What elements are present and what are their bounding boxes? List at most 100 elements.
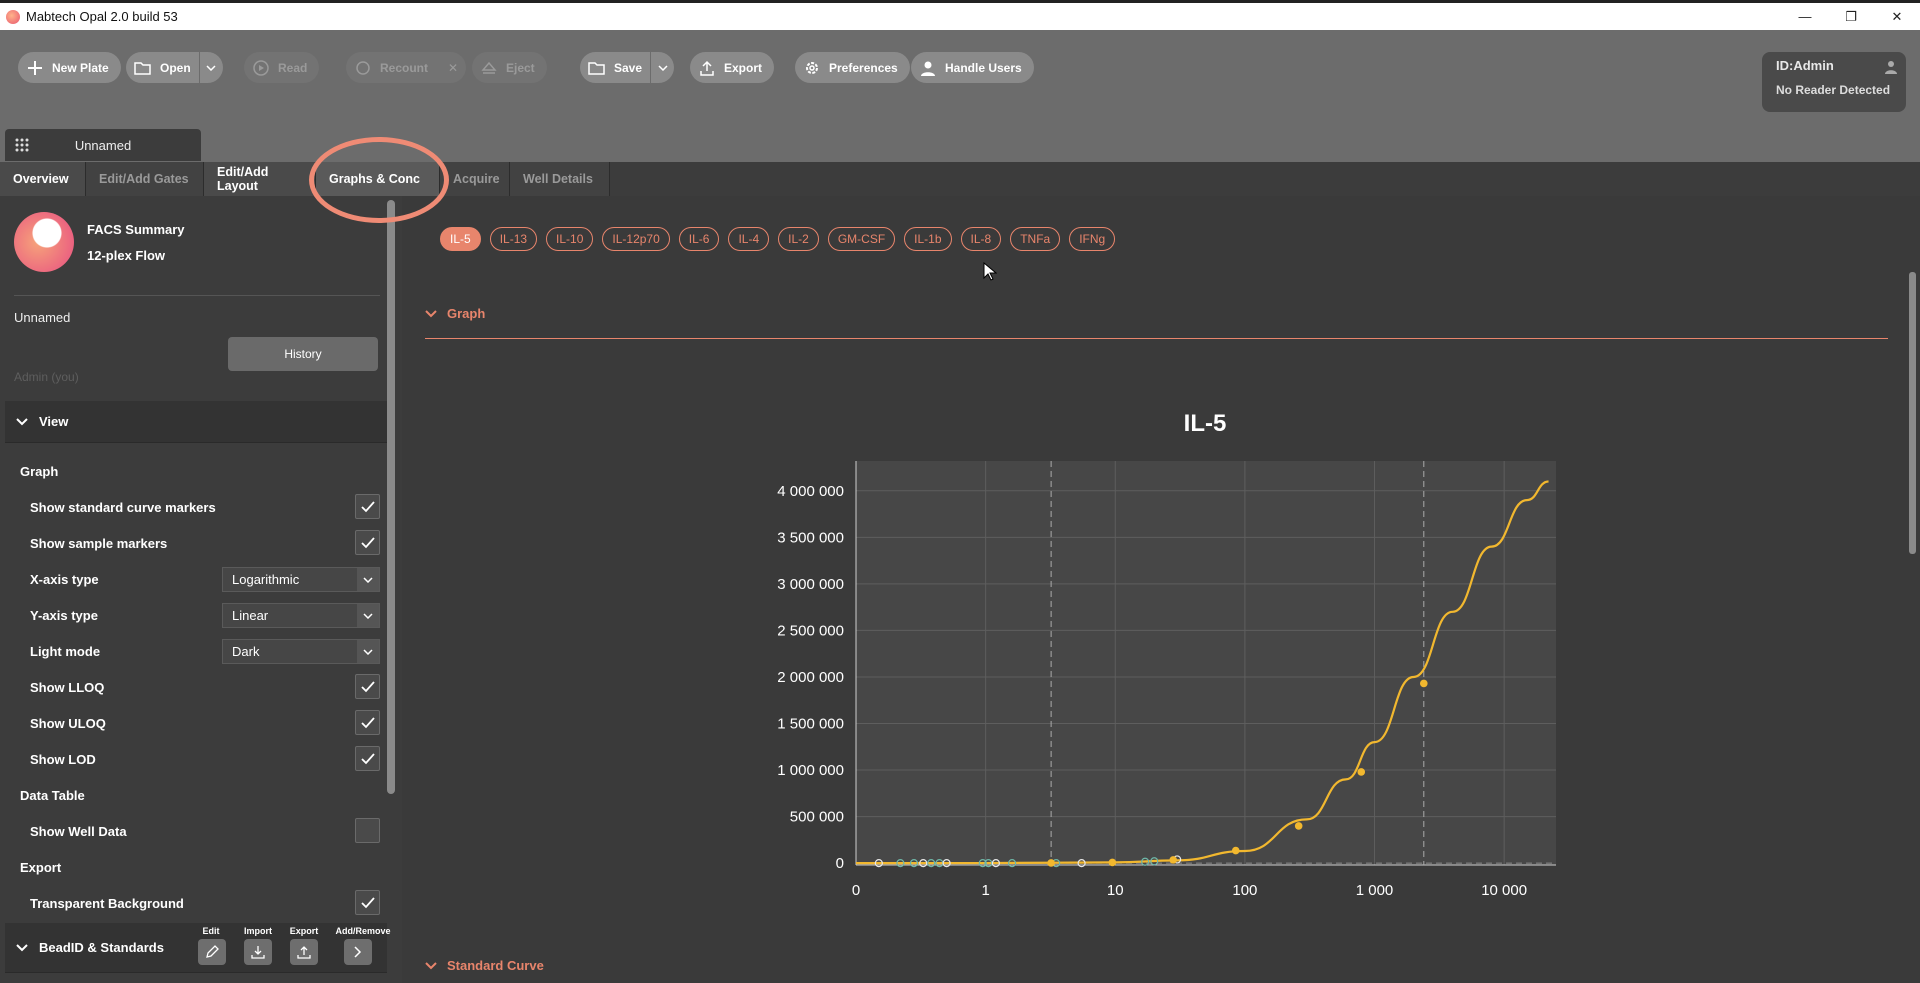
user-icon (919, 59, 937, 77)
y-tick-label: 2 000 000 (777, 669, 844, 686)
eject-button[interactable]: Eject (472, 52, 547, 83)
analyte-chip[interactable]: IL-10 (546, 227, 594, 251)
sample-markers-label: Show sample markers (30, 536, 168, 551)
main-scrollbar[interactable] (1909, 272, 1916, 554)
plate-owner: Admin (you) (14, 370, 79, 384)
divider (14, 295, 380, 296)
standard-curve-section-header[interactable]: Standard Curve (425, 958, 544, 973)
graph-group-label: Graph (20, 464, 59, 479)
x-tick-label: 0 (852, 882, 860, 899)
x-tick-label: 10 000 (1481, 882, 1527, 899)
save-dropdown-chevron-icon[interactable] (650, 52, 674, 83)
analyte-chip[interactable]: IL-1b (904, 227, 952, 251)
new-plate-button[interactable]: New Plate (18, 52, 121, 83)
tab-edit-layout[interactable]: Edit/Add Layout (204, 162, 316, 196)
export-tool-label: Export (289, 926, 319, 936)
y-tick-label: 500 000 (790, 809, 844, 826)
std-markers-label: Show standard curve markers (30, 500, 216, 515)
import-download-button[interactable] (244, 939, 272, 965)
transparent-bg-checkbox[interactable] (355, 890, 380, 915)
maximize-button[interactable]: ❐ (1828, 3, 1874, 30)
save-icon (588, 59, 606, 77)
analyte-chip[interactable]: IL-6 (678, 227, 720, 251)
std-markers-checkbox[interactable] (355, 494, 380, 519)
analyte-chip[interactable]: IL-8 (960, 227, 1002, 251)
recount-button[interactable]: Recount ✕ (346, 52, 467, 83)
open-button[interactable]: Open (126, 52, 223, 83)
x-axis-type-select[interactable]: Logarithmic (222, 567, 380, 592)
add-remove-chevron-right-button[interactable] (344, 939, 372, 965)
y-tick-label: 0 (836, 855, 844, 872)
show-lod-checkbox[interactable] (355, 746, 380, 771)
close-button[interactable]: ✕ (1874, 3, 1920, 30)
open-dropdown-chevron-icon[interactable] (198, 52, 223, 83)
export-button[interactable]: Export (690, 52, 775, 83)
chevron-down-icon (5, 417, 39, 426)
preferences-button[interactable]: Preferences (795, 52, 910, 83)
main-tabs: Overview Edit/Add Gates Edit/Add Layout … (0, 162, 1920, 196)
chevron-down-icon (425, 958, 437, 973)
standard-marker (1420, 679, 1428, 688)
user-icon (1884, 60, 1898, 77)
cancel-icon: ✕ (448, 60, 459, 75)
analyte-chip[interactable]: IL-4 (728, 227, 770, 251)
analyte-chip[interactable]: IL-12p70 (602, 227, 670, 251)
show-well-data-label: Show Well Data (30, 824, 127, 839)
sample-markers-checkbox[interactable] (355, 530, 380, 555)
graph-section-divider (425, 338, 1888, 339)
show-uloq-checkbox[interactable] (355, 710, 380, 735)
analyte-chip[interactable]: IL-5 (440, 227, 481, 251)
chevron-down-icon (357, 604, 379, 627)
view-section-header[interactable]: View (5, 401, 387, 443)
summary-subtitle: 12-plex Flow (87, 248, 166, 263)
tab-well-details[interactable]: Well Details (510, 162, 610, 196)
history-button[interactable]: History (228, 337, 378, 371)
handle-users-button[interactable]: Handle Users (911, 52, 1034, 83)
plate-name: Unnamed (14, 310, 71, 325)
plot-area (856, 461, 1556, 865)
show-lod-label: Show LOD (30, 752, 96, 767)
y-tick-label: 3 000 000 (777, 576, 844, 593)
gear-icon (803, 59, 821, 77)
edit-pencil-button[interactable] (198, 939, 226, 965)
show-lloq-checkbox[interactable] (355, 674, 380, 699)
sidebar-scrollbar[interactable] (387, 200, 395, 794)
standard-marker (1294, 822, 1303, 830)
read-button[interactable]: Read (244, 52, 320, 83)
save-button[interactable]: Save (580, 52, 675, 83)
tab-edit-gates[interactable]: Edit/Add Gates (86, 162, 204, 196)
analyte-chips: IL-5 IL-13 IL-10 IL-12p70 IL-6 IL-4 IL-2… (440, 227, 1116, 251)
export-group-label: Export (20, 860, 62, 875)
chevron-down-icon (357, 568, 379, 591)
tab-overview[interactable]: Overview (0, 162, 86, 196)
y-tick-label: 1 500 000 (777, 716, 844, 733)
export-upload-button[interactable] (290, 939, 318, 965)
analyte-chip[interactable]: IL-13 (489, 227, 538, 251)
window-title: Mabtech Opal 2.0 build 53 (26, 9, 178, 24)
summary-title: FACS Summary (87, 222, 185, 237)
document-tab[interactable]: Unnamed (5, 129, 201, 161)
mouse-cursor-icon (983, 262, 997, 281)
tab-acquire[interactable]: Acquire (440, 162, 510, 196)
y-tick-label: 2 500 000 (777, 622, 844, 639)
tab-graphs-conc[interactable]: Graphs & Conc (316, 162, 440, 196)
standard-curve-chart: 0 500 000 1 000 000 1 500 000 2 000 000 2 500… (777, 461, 1556, 899)
analyte-chip[interactable]: IFNg (1069, 227, 1116, 251)
x-tick-label: 1 000 (1356, 882, 1394, 899)
standard-marker (1108, 858, 1117, 867)
analyte-chip[interactable]: IL-2 (778, 227, 819, 251)
analyte-chip[interactable]: TNFa (1010, 227, 1061, 251)
y-axis-type-select[interactable]: Linear (222, 603, 380, 628)
add-remove-tool-label: Add/Remove (335, 926, 391, 936)
graph-section-header[interactable]: Graph (425, 306, 485, 321)
chart-title: IL-5 (1183, 410, 1227, 437)
show-well-data-checkbox[interactable] (355, 818, 380, 843)
y-axis-type-label: Y-axis type (30, 608, 98, 623)
play-icon (252, 59, 270, 77)
y-tick-label: 3 500 000 (777, 529, 844, 546)
app-icon (6, 9, 20, 24)
analyte-chip[interactable]: GM-CSF (827, 227, 896, 251)
minimize-button[interactable]: — (1782, 3, 1828, 30)
light-mode-select[interactable]: Dark (222, 639, 380, 664)
standard-marker (1231, 846, 1240, 855)
